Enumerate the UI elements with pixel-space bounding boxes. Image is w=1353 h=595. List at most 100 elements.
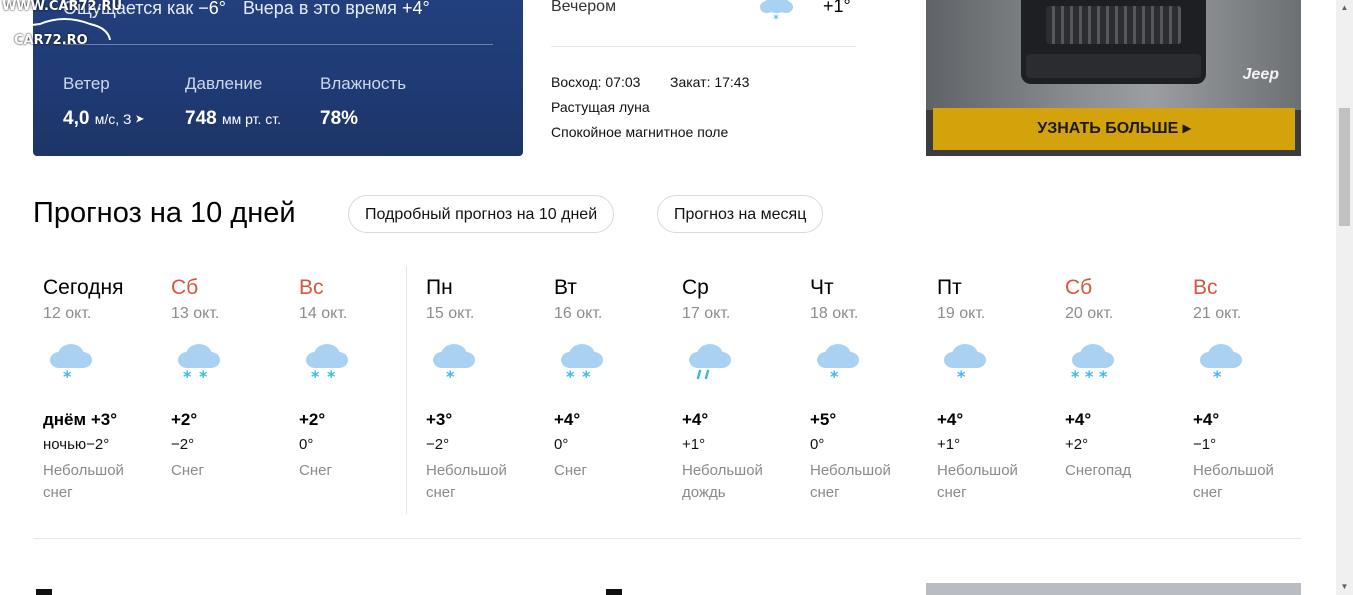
forecast-title: Прогноз на 10 дней <box>33 197 296 229</box>
next-section-marker <box>36 589 52 595</box>
night-temp: −2° <box>426 436 450 453</box>
svg-text:*: * <box>1099 367 1108 386</box>
night-temp: 0° <box>299 436 314 453</box>
day-date: 20 окт. <box>1065 305 1114 322</box>
day-date: 21 окт. <box>1193 305 1242 322</box>
moon-phase: Растущая луна <box>551 99 650 115</box>
day-name: Вт <box>554 276 577 299</box>
scroll-thumb[interactable] <box>1339 108 1350 226</box>
day-condition: Снег <box>554 462 587 479</box>
monthly-forecast-button[interactable]: Прогноз на месяц <box>657 195 824 233</box>
day-condition: Снег <box>171 462 204 479</box>
section-divider <box>33 538 1301 539</box>
next-section-marker <box>606 589 622 595</box>
day-date: 18 окт. <box>810 305 859 322</box>
day-date: 12 окт. <box>43 305 92 322</box>
evening-label: Вечером <box>551 0 617 15</box>
forecast-day[interactable]: Вс 21 окт. * +4° −1° Небольшой снег <box>1193 276 1313 501</box>
heavy-snow-icon: * * * <box>1069 338 1119 391</box>
day-name: Сб <box>171 276 199 299</box>
ad-car-bumper <box>1026 54 1201 78</box>
svg-text:*: * <box>830 367 839 386</box>
day-name: Вс <box>299 276 324 299</box>
sunset: Закат: 17:43 <box>670 74 750 90</box>
night-temp: +1° <box>682 436 706 453</box>
night-temp: −1° <box>1193 436 1217 453</box>
day-condition: Снег <box>299 462 332 479</box>
svg-text:*: * <box>311 367 320 386</box>
night-temp: ночью−2° <box>43 436 110 453</box>
snow-icon: * * <box>303 338 353 391</box>
watermark-name: CAR72.RO <box>14 33 88 48</box>
night-temp: 0° <box>554 436 569 453</box>
pressure-value: 748 мм рт. ст. <box>185 108 281 130</box>
forecast-day[interactable]: Пн 15 окт. * +3° −2° Небольшой снег <box>426 276 546 501</box>
light-snow-icon: * <box>430 338 480 391</box>
light-snow-icon: * <box>814 338 864 391</box>
day-condition: Небольшой дождь <box>682 462 763 501</box>
snow-icon: * * <box>175 338 225 391</box>
day-name: Чт <box>810 276 834 299</box>
day-condition: Небольшой снег <box>937 462 1018 501</box>
night-temp: +1° <box>937 436 961 453</box>
snow-cloud-icon: * <box>760 0 793 26</box>
day-temp: +2° <box>299 410 326 429</box>
forecast-day[interactable]: Сб 20 окт. * * * +4° +2° Снегопад <box>1065 276 1185 479</box>
wind-direction-icon: ➤ <box>135 114 144 125</box>
day-date: 17 окт. <box>682 305 731 322</box>
day-name: Сб <box>1065 276 1093 299</box>
wind-speed: 4,0 <box>63 108 90 129</box>
day-temp: +4° <box>682 410 709 429</box>
day-name: Ср <box>682 276 709 299</box>
pressure-label: Давление <box>185 74 263 93</box>
page-scrollbar[interactable]: ▲ ▼ <box>1336 0 1353 595</box>
day-temp: +3° <box>426 410 453 429</box>
day-date: 19 окт. <box>937 305 986 322</box>
ad-car-grille <box>1046 6 1181 44</box>
svg-text:*: * <box>199 367 208 386</box>
day-temp: +5° <box>810 410 837 429</box>
forecast-day[interactable]: Ср 17 окт. +4° +1° Небольшой дождь <box>682 276 802 501</box>
magnetic-field: Спокойное магнитное поле <box>551 124 729 140</box>
forecast-day[interactable]: Вс 14 окт. * * +2° 0° Снег <box>299 276 419 479</box>
sunrise: Восход: 07:03 <box>551 74 641 90</box>
light-rain-icon <box>686 338 736 391</box>
humidity-value: 78% <box>320 108 359 129</box>
night-temp: +2° <box>1065 436 1089 453</box>
yesterday-label: Вчера в это время <box>243 0 397 18</box>
next-ad-block <box>926 583 1301 595</box>
week-divider <box>406 266 407 514</box>
jeep-advertisement[interactable]: Jeep УЗНАТЬ БОЛЬШЕ ▸ <box>926 0 1301 156</box>
light-snow-icon: * <box>1197 338 1247 391</box>
scroll-down-icon[interactable]: ▼ <box>1336 579 1353 595</box>
day-date: 14 окт. <box>299 305 348 322</box>
details-divider <box>551 46 856 47</box>
day-condition: Небольшой снег <box>1193 462 1274 501</box>
learn-more-button[interactable]: УЗНАТЬ БОЛЬШЕ ▸ <box>933 108 1295 150</box>
forecast-day[interactable]: Чт 18 окт. * +5° 0° Небольшой снег <box>810 276 930 501</box>
light-snow-icon: * <box>47 338 97 391</box>
forecast-day[interactable]: Сб 13 окт. * * +2° −2° Снег <box>171 276 291 479</box>
day-date: 13 окт. <box>171 305 220 322</box>
svg-text:*: * <box>327 367 336 386</box>
feels-like-value: −6° <box>198 0 226 18</box>
wind-unit: м/с, З <box>94 111 132 127</box>
svg-text:*: * <box>582 367 591 386</box>
pressure-unit: мм рт. ст. <box>221 111 281 127</box>
yesterday-temp: Вчера в это время +4° <box>243 0 430 19</box>
evening-temp: +1° <box>823 0 851 16</box>
forecast-day[interactable]: Вт 16 окт. * * +4° 0° Снег <box>554 276 674 479</box>
svg-text:*: * <box>1071 367 1080 386</box>
day-temp: +2° <box>171 410 198 429</box>
day-condition: Небольшой снег <box>43 462 124 501</box>
svg-text:*: * <box>1085 367 1094 386</box>
detailed-forecast-button[interactable]: Подробный прогноз на 10 дней <box>348 195 615 233</box>
day-name: Сегодня <box>43 276 124 299</box>
day-condition: Небольшой снег <box>810 462 891 501</box>
humidity-label: Влажность <box>320 74 407 93</box>
day-date: 15 окт. <box>426 305 475 322</box>
forecast-day[interactable]: Сегодня 12 окт. * днём +3° ночью−2° Небо… <box>43 276 163 501</box>
forecast-day[interactable]: Пт 19 окт. * +4° +1° Небольшой снег <box>937 276 1057 501</box>
scroll-up-icon[interactable]: ▲ <box>1336 0 1353 16</box>
day-condition: Снегопад <box>1065 462 1132 479</box>
